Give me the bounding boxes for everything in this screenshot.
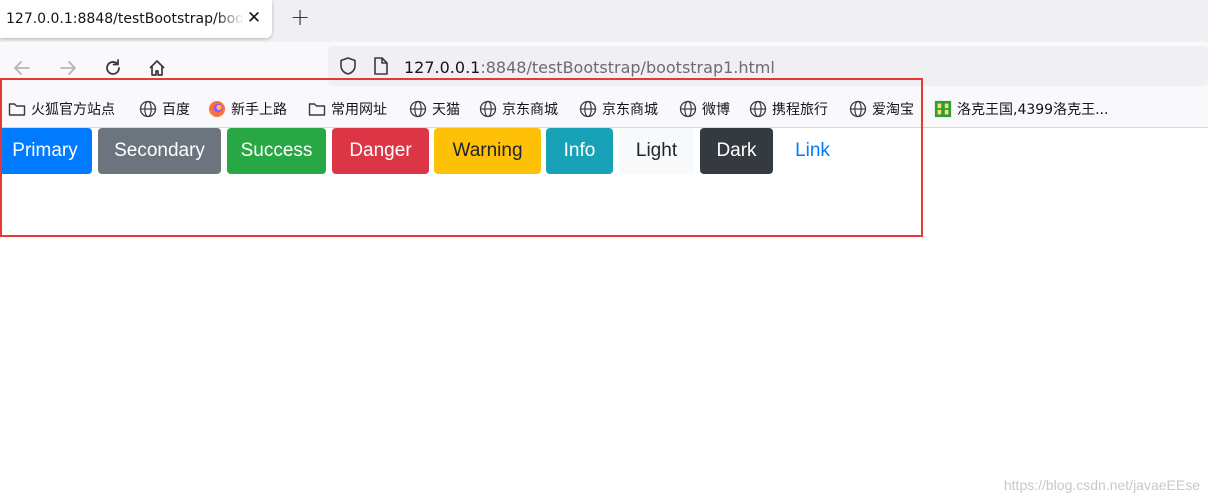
bookmark-label: 京东商城	[602, 102, 658, 118]
warning-button[interactable]: Warning	[434, 128, 541, 174]
bookmark-label: 新手上路	[231, 102, 287, 118]
light-button[interactable]: Light	[619, 128, 694, 174]
home-icon[interactable]	[145, 56, 169, 80]
page-content: Primary Secondary Success Danger Warning…	[0, 128, 1208, 501]
url-text[interactable]: 127.0.0.1:8848/testBootstrap/bootstrap1.…	[404, 58, 775, 77]
globe-icon	[679, 100, 697, 118]
bookmark-item[interactable]: 火狐官方站点	[8, 99, 115, 119]
bookmarks-toolbar: 火狐官方站点 百度 新手上路 常用网址 天猫 京东商城 京东商城 微博 携程旅行…	[0, 90, 1208, 128]
navigation-bar: 127.0.0.1:8848/testBootstrap/bootstrap1.…	[0, 42, 1208, 90]
bookmark-item[interactable]: 百度	[139, 99, 190, 119]
url-bar[interactable]: 127.0.0.1:8848/testBootstrap/bootstrap1.…	[328, 46, 1208, 86]
shield-icon[interactable]	[338, 56, 358, 80]
bookmark-item[interactable]: 京东商城	[479, 99, 558, 119]
bookmark-item[interactable]: 爱淘宝	[849, 99, 914, 119]
bookmark-item[interactable]: 携程旅行	[749, 99, 828, 119]
tab-title: 127.0.0.1:8848/testBootstrap/boo	[6, 11, 244, 27]
bookmark-label: 携程旅行	[772, 102, 828, 118]
link-button[interactable]: Link	[779, 128, 846, 174]
url-path: :8848/testBootstrap/bootstrap1.html	[480, 58, 775, 77]
bookmark-item[interactable]: 新手上路	[208, 99, 287, 119]
close-icon[interactable]: ✕	[244, 8, 264, 28]
bookmark-label: 洛克王国,4399洛克王...	[957, 102, 1109, 118]
bookmark-label: 百度	[162, 102, 190, 118]
bookmark-label: 京东商城	[502, 102, 558, 118]
reload-icon[interactable]	[101, 56, 125, 80]
4399-icon	[934, 100, 952, 118]
bookmark-label: 爱淘宝	[872, 102, 914, 118]
globe-icon	[479, 100, 497, 118]
back-icon[interactable]	[10, 56, 34, 80]
info-button[interactable]: Info	[546, 128, 613, 174]
bookmark-label: 火狐官方站点	[31, 102, 115, 118]
globe-icon	[749, 100, 767, 118]
bookmark-item[interactable]: 常用网址	[308, 99, 387, 119]
folder-icon	[8, 100, 26, 118]
globe-icon	[139, 100, 157, 118]
bookmark-label: 天猫	[432, 102, 460, 118]
browser-tab[interactable]: 127.0.0.1:8848/testBootstrap/boo ✕	[0, 0, 272, 38]
tab-strip: 127.0.0.1:8848/testBootstrap/boo ✕ +	[0, 0, 1208, 42]
bookmark-label: 微博	[702, 102, 730, 118]
globe-icon	[409, 100, 427, 118]
success-button[interactable]: Success	[227, 128, 326, 174]
watermark: https://blog.csdn.net/javaeEEse	[1003, 477, 1200, 493]
globe-icon	[579, 100, 597, 118]
forward-icon[interactable]	[56, 56, 80, 80]
page-icon	[372, 56, 390, 80]
url-host: 127.0.0.1	[404, 58, 481, 77]
bookmark-item[interactable]: 京东商城	[579, 99, 658, 119]
dark-button[interactable]: Dark	[700, 128, 773, 174]
danger-button[interactable]: Danger	[332, 128, 429, 174]
bookmark-item[interactable]: 微博	[679, 99, 730, 119]
primary-button[interactable]: Primary	[0, 128, 92, 174]
globe-icon	[849, 100, 867, 118]
folder-icon	[308, 100, 326, 118]
new-tab-button[interactable]: +	[288, 5, 312, 29]
secondary-button[interactable]: Secondary	[98, 128, 221, 174]
firefox-icon	[208, 100, 226, 118]
bookmark-item[interactable]: 洛克王国,4399洛克王...	[934, 99, 1108, 119]
bookmark-item[interactable]: 天猫	[409, 99, 460, 119]
bookmark-label: 常用网址	[331, 102, 387, 118]
